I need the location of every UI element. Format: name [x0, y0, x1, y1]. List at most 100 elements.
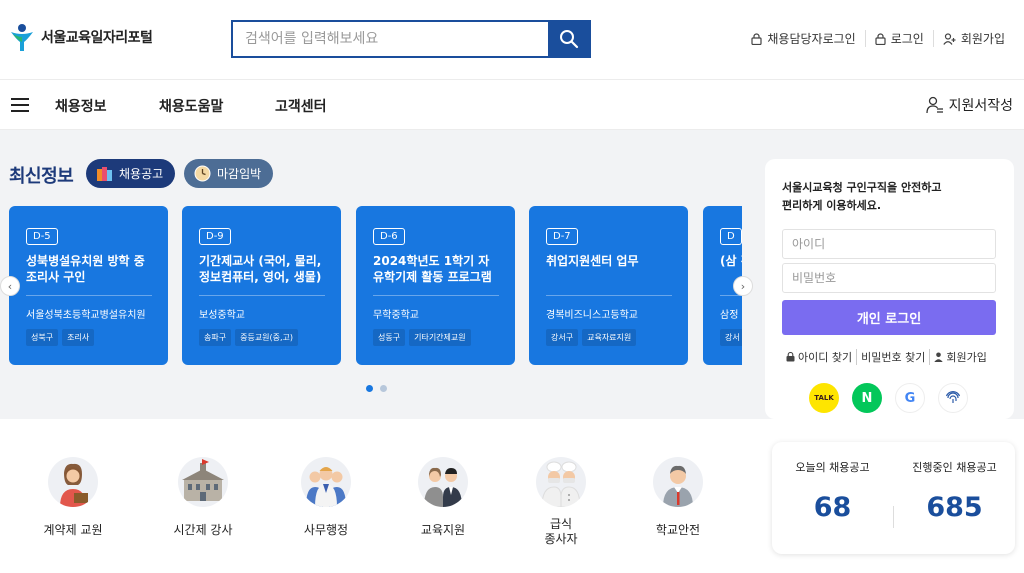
job-card[interactable]: D-6 2024학년도 1학기 자유학기제 활동 프로그램 … 무학중학교 성동…: [356, 206, 515, 365]
category-contract-teacher[interactable]: 계약제 교원: [23, 457, 123, 538]
job-card-carousel: D-5 성북병설유치원 방학 중 조리사 구인 서울성북초등학교병설유치원 성북…: [9, 206, 742, 366]
google-login-icon[interactable]: G: [895, 383, 925, 413]
dday-badge: D-5: [26, 228, 58, 245]
signup-link[interactable]: 회원가입: [932, 30, 1014, 47]
login-link[interactable]: 로그인: [864, 30, 933, 47]
application-write-label: 지원서작성: [948, 98, 1013, 114]
card-divider: [199, 295, 325, 296]
recruiter-login-link[interactable]: 채용담당자로그인: [742, 30, 864, 47]
find-password-link[interactable]: 비밀번호 찾기: [856, 349, 929, 365]
category-label: 급식 종사자: [544, 517, 578, 546]
top-links: 채용담당자로그인 로그인 회원가입: [742, 30, 1014, 47]
job-card-tag: 송파구: [199, 329, 232, 346]
login-description-line2: 편리하게 이용하세요.: [782, 199, 882, 212]
job-card[interactable]: D-5 성북병설유치원 방학 중 조리사 구인 서울성북초등학교병설유치원 성북…: [9, 206, 168, 365]
job-card[interactable]: D-9 기간제교사 (국어, 물리, 정보컴퓨터, 영어, 생물) 보성중학교 …: [182, 206, 341, 365]
category-label: 계약제 교원: [43, 523, 103, 537]
dday-badge: D-6: [373, 228, 405, 245]
site-logo[interactable]: 서울교육일자리포털: [9, 22, 153, 52]
job-card-school: 경복비즈니스고등학교: [546, 310, 638, 321]
carousel-prev-button[interactable]: ‹: [0, 276, 20, 296]
naver-label: N: [861, 390, 873, 406]
panel-signup-link[interactable]: 회원가입: [929, 349, 990, 365]
job-card-title: 취업지원센터 업무: [546, 254, 639, 268]
carousel-pagination: [366, 385, 387, 392]
kakao-login-icon[interactable]: TALK: [809, 383, 839, 413]
category-label: 교육지원: [420, 523, 466, 537]
hamburger-menu-icon[interactable]: [11, 98, 29, 112]
search-icon: [559, 30, 578, 49]
job-card-title: 성북병설유치원 방학 중 조리사 구인: [26, 254, 145, 284]
ongoing-postings-stat[interactable]: 진행중인 채용공고 685: [894, 459, 1015, 523]
lock-icon: [751, 32, 762, 45]
job-card-title: 2024학년도 1학기 자유학기제 활동 프로그램 …: [373, 254, 492, 287]
recruiter-login-label: 채용담당자로그인: [767, 32, 856, 46]
job-card-tag: 성동구: [373, 329, 406, 346]
google-label: G: [904, 390, 916, 406]
today-postings-count: 68: [813, 492, 852, 523]
fingerprint-icon: [945, 391, 961, 403]
category-label: 시간제 강사: [173, 523, 233, 537]
personal-login-button[interactable]: 개인 로그인: [782, 300, 996, 335]
fingerprint-login-icon[interactable]: [938, 383, 968, 413]
login-label: 로그인: [890, 32, 924, 46]
category-school-safety[interactable]: 학교안전: [628, 457, 728, 538]
nav-item-job-info[interactable]: 채용정보: [55, 96, 107, 116]
job-card-tag: 기타기간제교원: [409, 329, 471, 346]
carousel-dot[interactable]: [380, 385, 387, 392]
dday-badge: D-9: [199, 228, 231, 245]
search-box: [231, 20, 591, 58]
category-part-time-lecturer[interactable]: 시간제 강사: [153, 457, 253, 538]
login-helper-links: 아이디 찾기 비밀번호 찾기 회원가입: [782, 349, 997, 365]
login-description-line1: 서울시교육청 구인구직을 안전하고: [782, 181, 942, 194]
card-divider: [373, 295, 499, 296]
panel-signup-label: 회원가입: [946, 351, 987, 364]
id-input[interactable]: [782, 229, 996, 259]
job-card-tag: 교육자료지원: [582, 329, 637, 346]
tab-job-postings[interactable]: 채용공고: [86, 159, 176, 188]
job-card-tag: 중등교원(중,고): [235, 329, 299, 346]
nav-item-job-help[interactable]: 채용도움말: [159, 96, 223, 116]
job-category-list: 계약제 교원 시간제 강사 사무행정 교육지원 급식 종사자 학교안전: [0, 419, 760, 573]
login-panel: 서울시교육청 구인구직을 안전하고 편리하게 이용하세요. 개인 로그인 아이디…: [765, 159, 1014, 419]
job-card-tag: 강서구: [546, 329, 579, 346]
carousel-dot[interactable]: [366, 385, 373, 392]
job-card-school: 무학중학교: [373, 310, 419, 321]
today-postings-stat[interactable]: 오늘의 채용공고 68: [772, 459, 893, 523]
dday-badge: D: [720, 228, 742, 245]
card-divider: [546, 295, 672, 296]
category-office-admin[interactable]: 사무행정: [276, 457, 376, 538]
category-meal-service[interactable]: 급식 종사자: [511, 457, 611, 547]
job-card-tag: 강서: [720, 329, 742, 346]
carousel-next-button[interactable]: ›: [733, 276, 753, 296]
job-card-school: 서울성북초등학교병설유치원: [26, 310, 146, 321]
job-card[interactable]: D-7 취업지원센터 업무 경복비즈니스고등학교 강서구 교육자료지원: [529, 206, 688, 365]
category-education-support[interactable]: 교육지원: [393, 457, 493, 538]
chevron-right-icon: ›: [740, 279, 746, 293]
find-id-link[interactable]: 아이디 찾기: [782, 349, 856, 365]
logo-text: 서울교육일자리포털: [41, 30, 153, 46]
password-input[interactable]: [782, 263, 996, 293]
main-nav: 채용정보 채용도움말 고객센터 지원서작성: [0, 80, 1024, 130]
cook-icon: [536, 457, 586, 507]
application-write-link[interactable]: 지원서작성: [925, 95, 1013, 115]
job-stats-panel: 오늘의 채용공고 68 진행중인 채용공고 685: [772, 442, 1015, 554]
find-id-label: 아이디 찾기: [798, 351, 853, 364]
site-header: 서울교육일자리포털 채용담당자로그인 로그인: [0, 0, 1024, 80]
find-password-label: 비밀번호 찾기: [861, 351, 926, 364]
category-label: 사무행정: [303, 523, 349, 537]
lock-icon: [875, 32, 886, 45]
chevron-left-icon: ‹: [7, 279, 13, 293]
section-title: 최신정보: [9, 166, 74, 187]
books-icon: [97, 167, 112, 181]
search-button[interactable]: [548, 22, 589, 56]
clock-icon: [194, 165, 211, 182]
job-card-tag: 성북구: [26, 329, 59, 346]
tab-deadline[interactable]: 마감임박: [184, 159, 274, 188]
naver-login-icon[interactable]: N: [852, 383, 882, 413]
category-label: 학교안전: [655, 523, 701, 537]
user-edit-icon: [925, 96, 943, 114]
login-description: 서울시교육청 구인구직을 안전하고 편리하게 이용하세요.: [782, 179, 997, 215]
nav-item-customer-center[interactable]: 고객센터: [275, 96, 327, 116]
search-input[interactable]: [233, 22, 548, 56]
